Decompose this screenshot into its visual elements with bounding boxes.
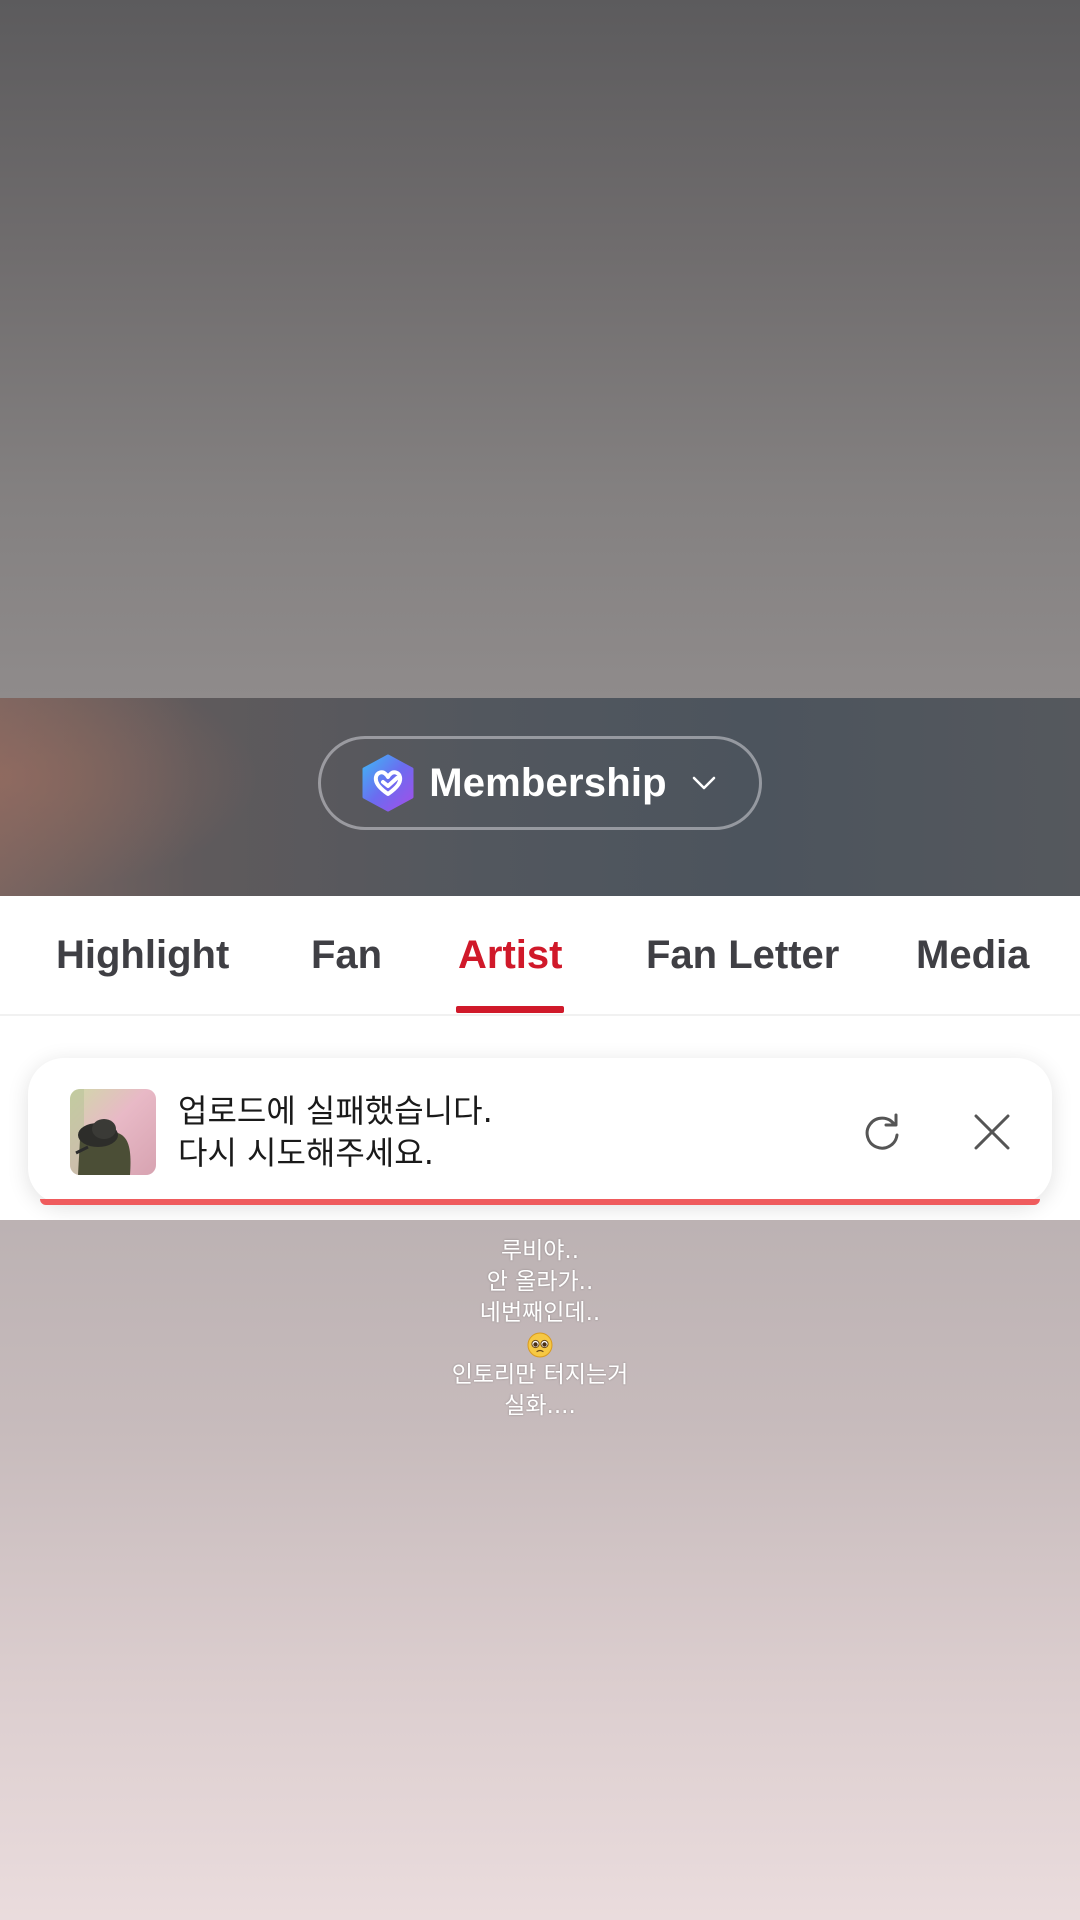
membership-heart-logo-icon xyxy=(362,754,414,812)
story-line-1: 루비야.. xyxy=(500,1238,580,1264)
tab-bar: Highlight Fan Artist Fan Letter Media xyxy=(0,896,1080,1016)
upload-failed-toast: 업로드에 실패했습니다. 다시 시도해주세요. xyxy=(28,1058,1052,1204)
close-icon[interactable] xyxy=(972,1112,1012,1152)
toast-message: 업로드에 실패했습니다. 다시 시도해주세요. xyxy=(178,1090,493,1174)
membership-label: Membership xyxy=(429,760,667,805)
active-tab-indicator xyxy=(456,1006,564,1013)
toast-message-line-1: 업로드에 실패했습니다. xyxy=(178,1092,493,1130)
story-caption: 루비야.. 안 올라가.. 네번째인데.. 인토리만 터지는거 실화.... xyxy=(0,1236,1080,1422)
story-line-2: 안 올라가.. xyxy=(486,1269,594,1295)
tab-fan[interactable]: Fan xyxy=(311,896,382,1014)
pleading-face-emoji-icon xyxy=(527,1332,553,1357)
tab-fan-letter[interactable]: Fan Letter xyxy=(646,896,839,1014)
app-screen: Membership Highlight Fan Artist Fan Lett… xyxy=(0,0,1080,1920)
story-line-3: 네번째인데.. xyxy=(479,1300,601,1326)
toast-message-line-2: 다시 시도해주세요. xyxy=(178,1134,434,1172)
story-line-6: 실화.... xyxy=(504,1393,576,1419)
refresh-icon[interactable] xyxy=(860,1110,904,1154)
tab-artist[interactable]: Artist xyxy=(458,896,562,1014)
tab-highlight[interactable]: Highlight xyxy=(56,896,229,1014)
story-line-emoji xyxy=(0,1329,1080,1360)
membership-selector-button[interactable]: Membership xyxy=(318,736,762,830)
tab-media[interactable]: Media xyxy=(916,896,1029,1014)
story-line-5: 인토리만 터지는거 xyxy=(451,1362,629,1388)
upload-progress-bar xyxy=(40,1199,1040,1205)
hero-image-area xyxy=(0,0,1080,698)
upload-thumbnail-image xyxy=(70,1089,156,1175)
chevron-down-icon xyxy=(692,776,716,790)
